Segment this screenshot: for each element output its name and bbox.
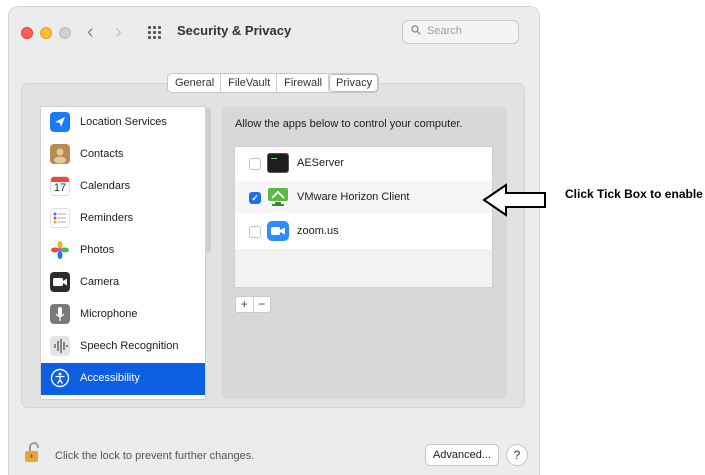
sidebar-item-label: Accessibility	[80, 372, 140, 384]
lock-icon[interactable]	[24, 441, 42, 463]
help-button[interactable]: ?	[506, 444, 528, 466]
zoom-icon	[267, 221, 289, 241]
lock-status-text: Click the lock to prevent further change…	[55, 450, 255, 462]
vmware-horizon-icon	[267, 187, 289, 207]
sidebar-item-label: Camera	[80, 276, 120, 288]
sidebar-item-label: Photos	[80, 244, 115, 256]
sidebar-item-location-services[interactable]: Location Services	[41, 107, 205, 139]
remove-app-button[interactable]: −	[254, 297, 271, 312]
privacy-category-list: Location Services Contacts 17 Calendars …	[40, 106, 206, 400]
sidebar-item-calendars[interactable]: 17 Calendars	[41, 171, 205, 203]
sidebar-item-label: Location Services	[80, 116, 167, 128]
window-title: Security & Privacy	[177, 23, 292, 38]
calendar-icon-day: 17	[53, 182, 67, 194]
forward-chevron-icon[interactable]: ›	[115, 20, 122, 44]
sidebar-scrollbar[interactable]	[205, 108, 211, 253]
app-label: AEServer	[297, 157, 345, 169]
sidebar-item-speech-recognition[interactable]: Speech Recognition	[41, 331, 205, 363]
search-field[interactable]: Search	[402, 20, 519, 44]
list-item[interactable]: AEServer	[235, 147, 492, 179]
sidebar-item-label: Contacts	[80, 148, 124, 160]
speech-recognition-icon	[50, 336, 70, 356]
sidebar-item-label: Microphone	[80, 308, 138, 320]
microphone-icon	[50, 304, 70, 324]
advanced-button[interactable]: Advanced...	[425, 444, 499, 466]
terminal-icon	[267, 153, 289, 173]
list-item[interactable]: zoom.us	[235, 215, 492, 247]
tab-filevault[interactable]: FileVault	[221, 74, 278, 92]
tab-general[interactable]: General	[168, 74, 222, 92]
tab-bar: General FileVault Firewall Privacy	[167, 73, 380, 93]
apps-list: AEServer ✓ VMware Horizon Client zoom.us	[234, 146, 493, 288]
sidebar-item-accessibility[interactable]: Accessibility	[41, 363, 205, 395]
tab-firewall[interactable]: Firewall	[277, 74, 330, 92]
add-remove-control: + −	[235, 296, 271, 313]
list-item[interactable]: ✓ VMware Horizon Client	[235, 181, 492, 213]
camera-icon	[50, 272, 70, 292]
search-icon	[411, 25, 421, 35]
app-checkbox-aeserver[interactable]	[249, 158, 261, 170]
zoom-window-button[interactable]	[59, 27, 71, 39]
app-label: zoom.us	[297, 225, 339, 237]
left-arrow-icon	[482, 183, 546, 217]
close-window-button[interactable]	[21, 27, 33, 39]
sidebar-item-photos[interactable]: Photos	[41, 235, 205, 267]
sidebar-item-contacts[interactable]: Contacts	[41, 139, 205, 171]
calendar-icon: 17	[50, 176, 70, 196]
show-all-grid-icon[interactable]	[148, 26, 162, 39]
annotation-text: Click Tick Box to enable	[565, 187, 703, 201]
tab-privacy[interactable]: Privacy	[329, 74, 379, 92]
app-checkbox-vmware-horizon[interactable]: ✓	[249, 192, 261, 204]
sidebar-item-reminders[interactable]: Reminders	[41, 203, 205, 235]
accessibility-icon	[50, 368, 70, 388]
minimize-window-button[interactable]	[40, 27, 52, 39]
sidebar-item-label: Reminders	[80, 212, 134, 224]
app-label: VMware Horizon Client	[297, 191, 410, 203]
reminders-icon	[50, 208, 70, 228]
search-placeholder: Search	[427, 25, 462, 37]
add-app-button[interactable]: +	[236, 297, 254, 312]
instruction-text: Allow the apps below to control your com…	[235, 118, 463, 130]
sidebar-item-label: Speech Recognition	[80, 340, 179, 352]
sidebar-item-microphone[interactable]: Microphone	[41, 299, 205, 331]
sidebar-item-label: Calendars	[80, 180, 131, 192]
sidebar-item-camera[interactable]: Camera	[41, 267, 205, 299]
back-chevron-icon[interactable]: ‹	[87, 20, 94, 44]
contacts-icon	[50, 144, 70, 164]
empty-list-area	[235, 249, 492, 287]
app-checkbox-zoom[interactable]	[249, 226, 261, 238]
location-arrow-icon	[50, 112, 70, 132]
title-bar: ‹ › Security & Privacy Search	[9, 7, 539, 57]
photos-icon	[50, 240, 70, 260]
